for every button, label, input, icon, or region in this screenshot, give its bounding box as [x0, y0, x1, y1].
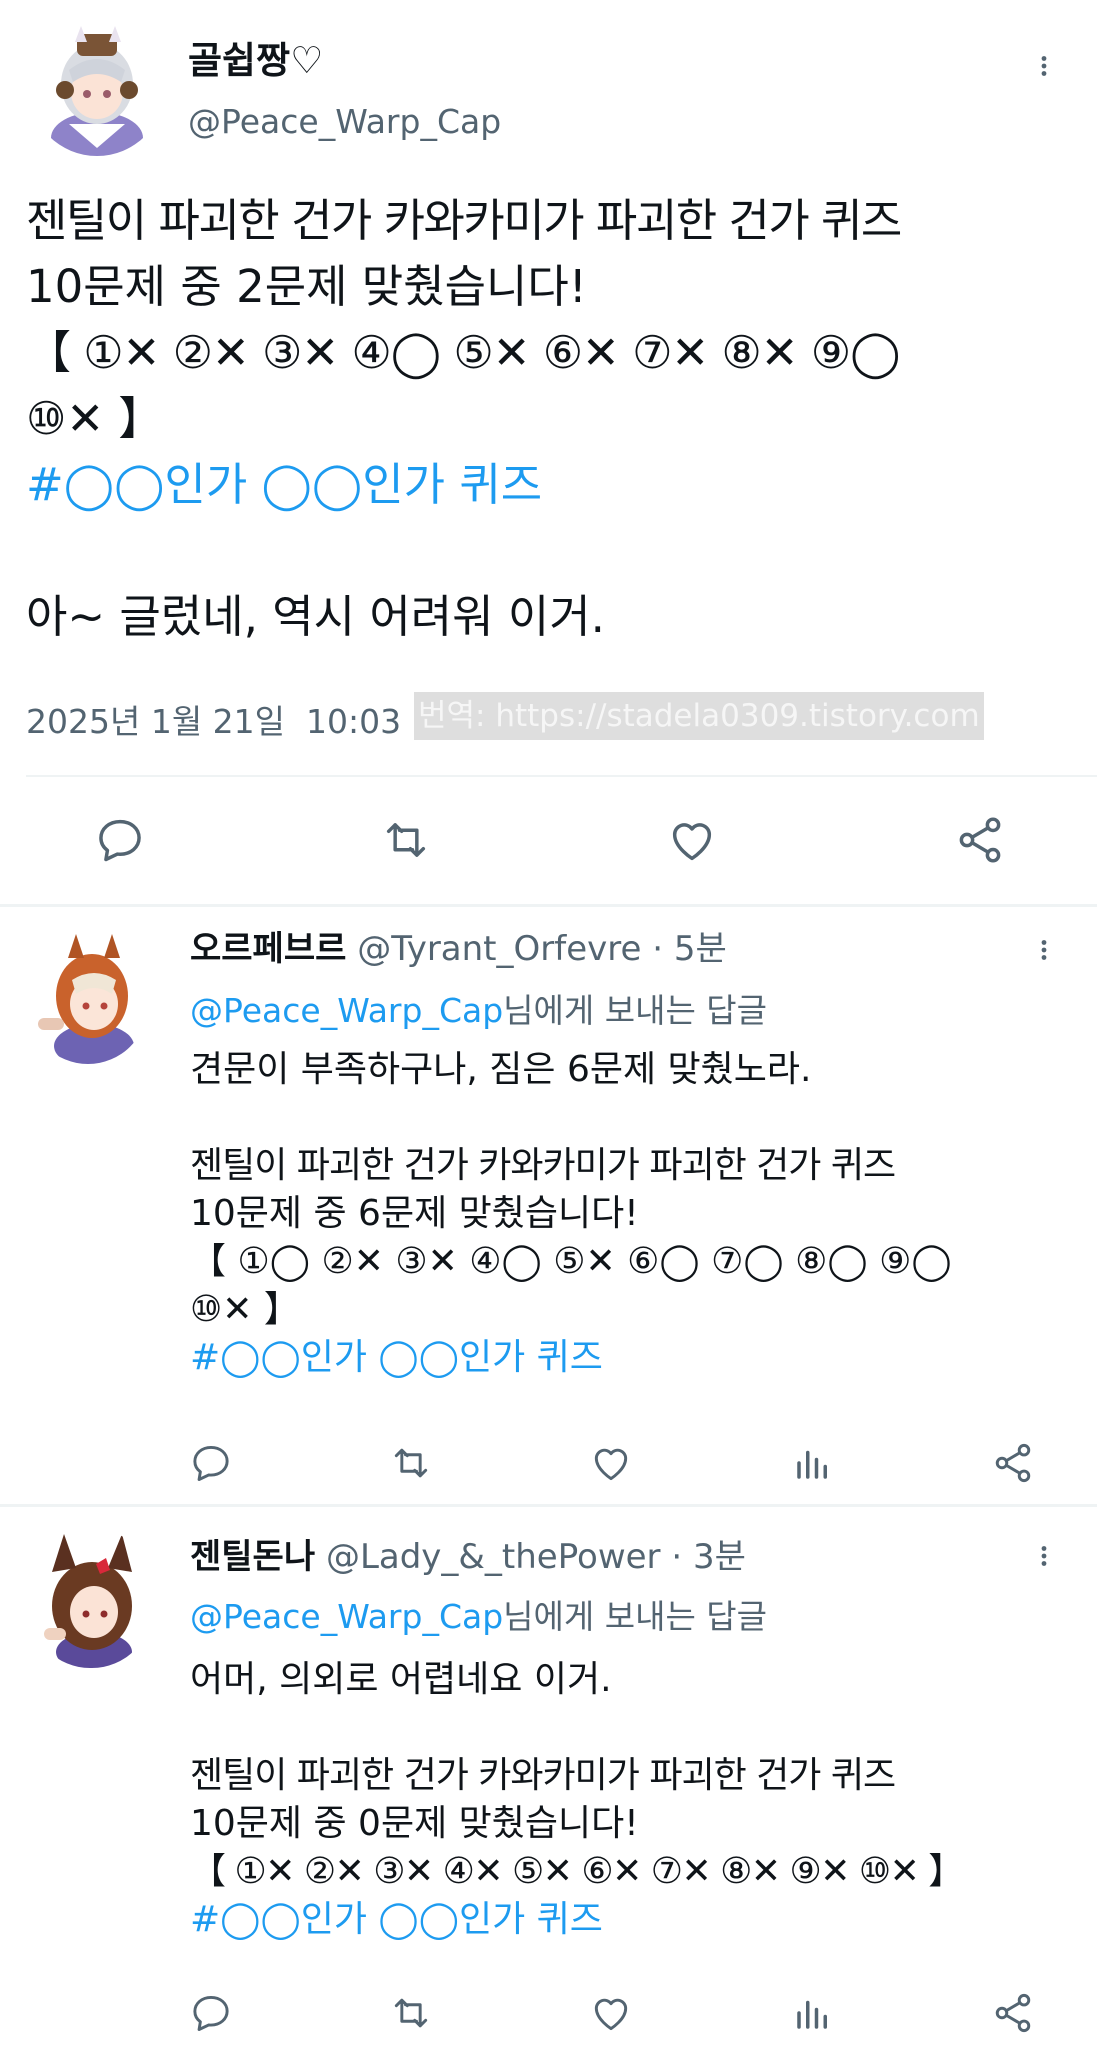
tweet-body: 젠틸이 파괴한 건가 카와카미가 파괴한 건가 퀴즈 10문제 중 2문제 맞췄…: [26, 188, 1086, 650]
more-vertical-icon[interactable]: [1030, 1538, 1058, 1574]
hashtag-link[interactable]: #◯◯인가 ◯◯인가 퀴즈: [190, 1334, 1070, 1382]
share-icon[interactable]: [990, 1440, 1036, 1486]
more-vertical-icon[interactable]: [1030, 48, 1058, 84]
tweet-timestamp[interactable]: 2025년 1월 21일 10:03: [26, 700, 401, 744]
reply-body: 어머, 의외로 어렵네요 이거. 젠틸이 파괴한 건가 카와카미가 파괴한 건가…: [190, 1656, 1070, 1944]
author-handle[interactable]: @Lady_&_thePower: [326, 1537, 661, 1577]
avatar[interactable]: [30, 1528, 152, 1668]
divider: [0, 904, 1097, 907]
tweet-text-line: ⑩✕ 】: [26, 392, 164, 445]
analytics-icon[interactable]: [790, 1440, 836, 1486]
like-icon[interactable]: [588, 1440, 634, 1486]
reply-to-handle[interactable]: @Peace_Warp_Cap: [190, 1597, 503, 1636]
reply-header: 젠틸돈나 @Lady_&_thePower · 3분: [190, 1534, 746, 1580]
tweet-text-line: 젠틸이 파괴한 건가 카와카미가 파괴한 건가 퀴즈: [190, 1755, 896, 1796]
tweet-text-line: 【 ①✕ ②✕ ③✕ ④◯ ⑤✕ ⑥✕ ⑦✕ ⑧✕ ⑨◯: [26, 326, 900, 379]
divider: [0, 1504, 1097, 1507]
retweet-icon[interactable]: [388, 1990, 434, 2036]
reply-to-line: @Peace_Warp_Cap님에게 보내는 답글: [190, 991, 768, 1030]
reply-time: · 3분: [671, 1537, 746, 1577]
tweet-comment: 아~ 글렀네, 역시 어려워 이거.: [26, 590, 605, 643]
hashtag-link[interactable]: #◯◯인가 ◯◯인가 퀴즈: [190, 1896, 1070, 1944]
reply-time: · 5분: [652, 929, 727, 969]
reply-header: 오르페브르 @Tyrant_Orfevre · 5분: [190, 926, 727, 972]
author-name[interactable]: 골쉽짱♡: [188, 36, 323, 86]
tweet-text-line: 10문제 중 6문제 맞췄습니다!: [190, 1193, 639, 1234]
reply-icon[interactable]: [92, 812, 148, 868]
tweet-text-line: 10문제 중 2문제 맞췄습니다!: [26, 260, 587, 313]
share-icon[interactable]: [990, 1990, 1036, 2036]
reply-to-handle[interactable]: @Peace_Warp_Cap: [190, 991, 503, 1030]
author-handle[interactable]: @Peace_Warp_Cap: [188, 100, 501, 144]
share-icon[interactable]: [952, 812, 1008, 868]
reply-comment: 어머, 의외로 어렵네요 이거.: [190, 1659, 612, 1700]
tweet-text-line: 【 ①◯ ②✕ ③✕ ④◯ ⑤✕ ⑥◯ ⑦◯ ⑧◯ ⑨◯: [190, 1241, 952, 1282]
avatar[interactable]: [29, 20, 165, 156]
tweet-text-line: 10문제 중 0문제 맞췄습니다!: [190, 1803, 639, 1844]
reply-icon[interactable]: [188, 1440, 234, 1486]
tweet-text-line: 젠틸이 파괴한 건가 카와카미가 파괴한 건가 퀴즈: [26, 194, 902, 247]
avatar[interactable]: [28, 924, 148, 1064]
reply-icon[interactable]: [188, 1990, 234, 2036]
retweet-icon[interactable]: [388, 1440, 434, 1486]
author-name[interactable]: 오르페브르: [190, 929, 346, 969]
tweet-text-line: ⑩✕ 】: [190, 1289, 300, 1330]
analytics-icon[interactable]: [790, 1990, 836, 2036]
reply-body: 견문이 부족하구나, 짐은 6문제 맞췄노라. 젠틸이 파괴한 건가 카와카미가…: [190, 1046, 1070, 1382]
author-handle[interactable]: @Tyrant_Orfevre: [357, 929, 641, 969]
retweet-icon[interactable]: [378, 812, 434, 868]
hashtag-link[interactable]: #◯◯인가 ◯◯인가 퀴즈: [26, 452, 1086, 518]
like-icon[interactable]: [588, 1990, 634, 2036]
like-icon[interactable]: [664, 812, 720, 868]
reply-comment: 견문이 부족하구나, 짐은 6문제 맞췄노라.: [190, 1049, 812, 1090]
tweet-text-line: 젠틸이 파괴한 건가 카와카미가 파괴한 건가 퀴즈: [190, 1145, 896, 1186]
divider: [26, 775, 1097, 777]
tweet-text-line: 【 ①✕ ②✕ ③✕ ④✕ ⑤✕ ⑥✕ ⑦✕ ⑧✕ ⑨✕ ⑩✕ 】: [190, 1851, 964, 1892]
watermark: 번역: https://stadela0309.tistory.com: [414, 692, 984, 740]
author-name[interactable]: 젠틸돈나: [190, 1537, 315, 1577]
more-vertical-icon[interactable]: [1030, 932, 1058, 968]
reply-to-line: @Peace_Warp_Cap님에게 보내는 답글: [190, 1597, 768, 1636]
